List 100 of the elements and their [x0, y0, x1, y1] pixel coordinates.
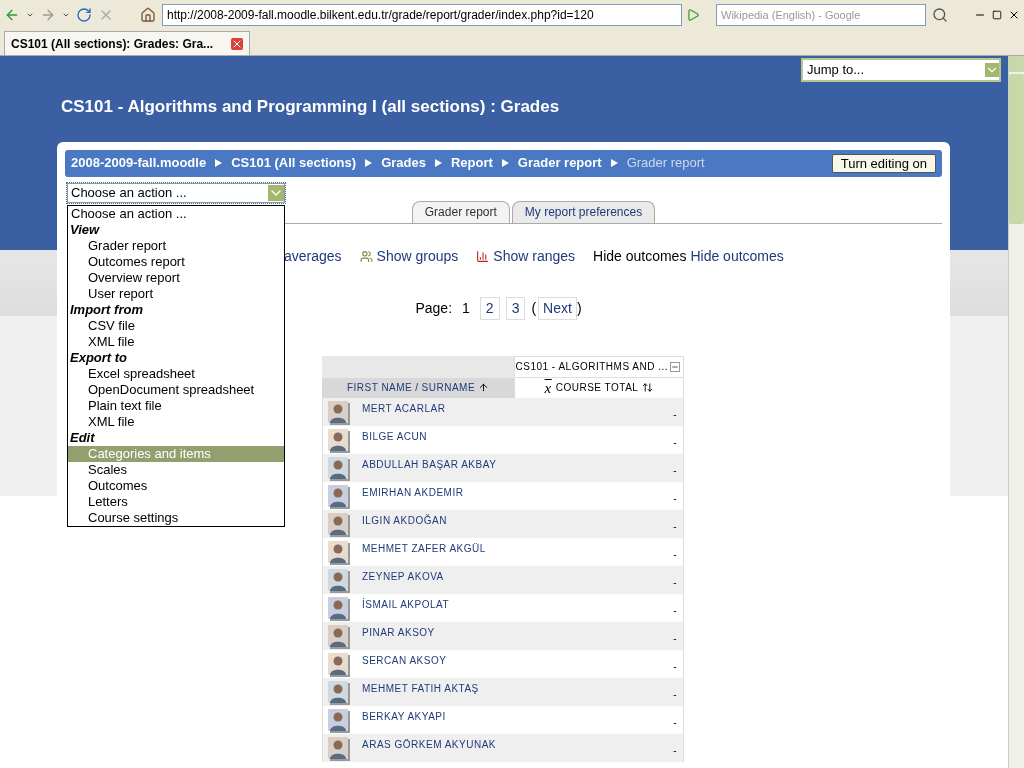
- tab-title: CS101 (All sections): Grades: Gra...: [11, 35, 215, 53]
- student-link[interactable]: MERT ACARLAR: [362, 400, 446, 416]
- separator-icon: [434, 159, 442, 167]
- address-field[interactable]: http://2008-2009-fall.moodle.bilkent.edu.tr/grade/report/grader/index.php?id=120: [162, 4, 682, 26]
- separator-text: /: [415, 381, 419, 395]
- menu-option[interactable]: Choose an action ...: [68, 205, 284, 222]
- restore-icon[interactable]: [992, 10, 1002, 20]
- page-title: CS101 - Algorithms and Programming I (all sections) : Grades: [61, 96, 561, 118]
- menu-option[interactable]: Excel spreadsheet: [68, 365, 284, 382]
- student-link[interactable]: ILGIN AKDOĞAN: [362, 512, 447, 528]
- sort-link[interactable]: FIRST NAME: [346, 380, 413, 395]
- breadcrumb-link[interactable]: CS101 (All sections): [231, 153, 357, 173]
- student-link[interactable]: ZEYNEP AKOVA: [362, 568, 444, 584]
- page-link[interactable]: 2: [479, 296, 500, 320]
- grade-cell-text: -: [673, 463, 677, 478]
- search-icon[interactable]: [932, 7, 948, 23]
- menu-option[interactable]: OpenDocument spreadsheet: [68, 381, 284, 398]
- sort-arrow-icon: [478, 382, 490, 393]
- group-label: Edit: [69, 429, 96, 446]
- menu-option[interactable]: CSV file: [68, 317, 284, 334]
- breadcrumb-link[interactable]: Grader report: [517, 153, 602, 173]
- breadcrumb-link[interactable]: 2008-2009-fall.moodle: [71, 153, 207, 173]
- menu-option[interactable]: Plain text file: [68, 397, 284, 414]
- edit-button[interactable]: Turn editing on: [831, 153, 936, 173]
- jump-to-select[interactable]: Jump to...: [801, 58, 1001, 82]
- grade-cell-text: -: [673, 743, 677, 758]
- reload-icon[interactable]: [76, 7, 92, 23]
- grade-cell-text: -: [673, 715, 677, 730]
- separator-icon: [610, 159, 618, 167]
- menu-option[interactable]: Outcomes report: [68, 253, 284, 270]
- avatar-icon: [328, 708, 348, 731]
- page-link[interactable]: 3: [505, 296, 526, 320]
- menu-option[interactable]: XML file: [68, 333, 284, 350]
- back-icon[interactable]: [4, 7, 20, 23]
- grade-cell-text: -: [673, 435, 677, 450]
- avatar-icon: [328, 484, 348, 507]
- menu-option[interactable]: Grader report: [68, 237, 284, 254]
- separator-icon: [365, 159, 373, 167]
- student-link[interactable]: BILGE ACUN: [362, 428, 428, 444]
- report-tab[interactable]: My report preferences: [511, 200, 656, 223]
- page-link[interactable]: 1: [458, 297, 474, 319]
- next-link[interactable]: Next: [538, 296, 577, 320]
- student-link[interactable]: MEHMET ZAFER AKGÜL: [362, 540, 486, 556]
- menu-option[interactable]: Scales: [68, 461, 284, 478]
- menu-option[interactable]: Outcomes: [68, 477, 284, 494]
- avatar-icon: [328, 680, 348, 703]
- people-icon: [359, 249, 373, 263]
- avatar-icon: [328, 596, 348, 619]
- student-link[interactable]: İSMAIL AKPOLAT: [362, 596, 450, 612]
- bar-chart-icon: [476, 249, 490, 263]
- menu-option[interactable]: Course settings: [68, 509, 284, 526]
- breadcrumb-link[interactable]: Report: [450, 153, 493, 173]
- grade-cell-text: -: [673, 491, 677, 506]
- student-link[interactable]: EMIRHAN AKDEMIR: [362, 484, 464, 500]
- student-link[interactable]: ABDULLAH BAŞAR AKBAY: [362, 456, 497, 472]
- separator-icon: [215, 159, 223, 167]
- sort-icon[interactable]: [642, 382, 654, 393]
- total-label: COURSE TOTAL: [555, 381, 639, 395]
- search-field[interactable]: Wikipedia (English) - Google: [716, 4, 926, 26]
- paren-text: (: [531, 298, 537, 318]
- home-icon[interactable]: [140, 7, 156, 23]
- avatar-icon: [328, 456, 348, 479]
- close-icon[interactable]: [1008, 9, 1020, 21]
- avatar-icon: [328, 512, 348, 535]
- toggle-link[interactable]: Hide outcomes: [690, 245, 784, 267]
- caret-icon[interactable]: [26, 11, 34, 19]
- menu-option[interactable]: XML file: [68, 413, 284, 430]
- avatar-icon: [328, 428, 348, 451]
- go-icon[interactable]: [686, 8, 700, 22]
- menu-option[interactable]: Letters: [68, 493, 284, 510]
- avatar-icon: [328, 400, 348, 423]
- scrollbar[interactable]: [1008, 56, 1024, 768]
- category-header: CS101 - ALGORITHMS AND ...: [514, 355, 684, 378]
- grade-cell-text: -: [673, 659, 677, 674]
- close-tab-icon[interactable]: [231, 37, 243, 50]
- browser-tab[interactable]: CS101 (All sections): Grades: Gra...: [4, 31, 250, 55]
- student-link[interactable]: ARAS GÖRKEM AKYUNAK: [362, 736, 496, 752]
- page-label: Page:: [415, 298, 453, 318]
- menu-option[interactable]: Overview report: [68, 269, 284, 286]
- student-link[interactable]: SERCAN AKSOY: [362, 652, 447, 668]
- breadcrumb-link[interactable]: Grades: [381, 153, 426, 173]
- sort-link[interactable]: SURNAME: [421, 380, 476, 395]
- menu-option[interactable]: User report: [68, 285, 284, 302]
- collapse-icon[interactable]: [670, 361, 680, 372]
- url-text: http://2008-2009-fall.moodle.bilkent.edu.tr/grade/report/grader/index.php?id=120: [167, 7, 594, 24]
- student-link[interactable]: BERKAY AKYAPI: [362, 708, 446, 724]
- group-label: Import from: [69, 301, 144, 318]
- report-tab[interactable]: Grader report: [411, 200, 510, 223]
- student-link[interactable]: MEHMET FATIH AKTAŞ: [362, 680, 479, 696]
- toggle-link[interactable]: averages: [284, 245, 342, 267]
- student-link[interactable]: PINAR AKSOY: [362, 624, 435, 640]
- toggle-link[interactable]: Show ranges: [476, 245, 576, 267]
- paren-text: ): [576, 298, 582, 318]
- caret-icon[interactable]: [62, 11, 70, 19]
- separator-icon: [501, 159, 509, 167]
- outcomes-label: Hide outcomes: [593, 246, 687, 266]
- toggle-link[interactable]: Show groups: [359, 245, 459, 267]
- breadcrumb-current: Grader report: [626, 154, 705, 173]
- grade-cell-text: -: [673, 547, 677, 562]
- action-select[interactable]: Choose an action ...: [67, 182, 285, 203]
